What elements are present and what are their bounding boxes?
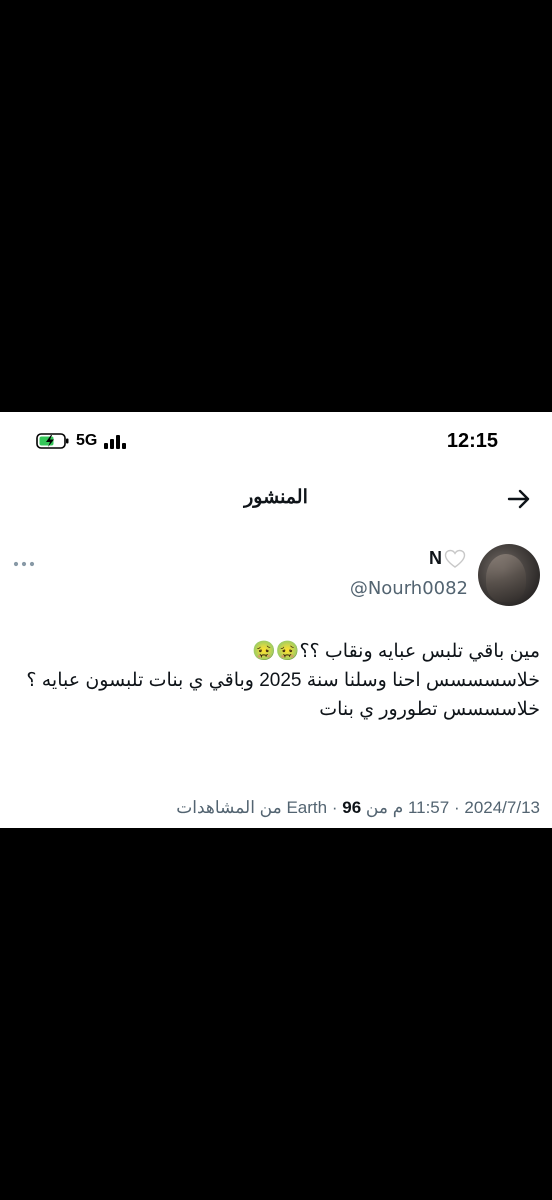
- status-time: 12:15: [446, 430, 498, 452]
- display-name-text: N: [429, 548, 442, 568]
- post-meta: 2024/7/13 · 11:57 م من Earth · 96 من الم…: [10, 798, 540, 818]
- author-display-name[interactable]: N: [429, 548, 466, 569]
- post-author-row: N @Nourh0082: [0, 542, 552, 608]
- post-location: من Earth: [286, 798, 388, 817]
- top-header: المنشور: [0, 480, 552, 520]
- battery-charging-icon: [36, 433, 69, 449]
- avatar-photo: [486, 554, 526, 602]
- post-screen: 5G 12:15 المنشور N @Nourh0082 مين باقي ت…: [0, 412, 552, 828]
- post-text-line: خلاسسسس تطورور ي بنات: [319, 699, 540, 720]
- back-button[interactable]: [504, 484, 534, 514]
- post-date: 2024/7/13: [464, 798, 540, 817]
- post-text-line: خلاسسسسس احنا وسلنا سنة 2025 وباقي ي بنا…: [26, 670, 540, 691]
- more-horizontal-icon: [13, 561, 35, 567]
- white-heart-icon: [444, 549, 466, 568]
- views-count[interactable]: 96: [342, 798, 361, 817]
- views-label[interactable]: من المشاهدات: [176, 798, 281, 817]
- post-text: مين باقي تلبس عبايه ونقاب ؟؟🤢🤢 خلاسسسسس …: [10, 637, 540, 724]
- author-username[interactable]: @Nourh0082: [350, 578, 468, 599]
- status-bar: 5G 12:15: [0, 412, 552, 472]
- post-text-line: مين باقي تلبس عبايه ونقاب ؟؟🤢🤢: [252, 641, 540, 662]
- page-title: المنشور: [244, 487, 308, 508]
- more-options-button[interactable]: [10, 554, 38, 574]
- status-indicators: 5G: [36, 432, 129, 450]
- arrow-right-icon: [507, 489, 530, 509]
- post-time: 11:57 م: [392, 798, 450, 817]
- avatar[interactable]: [478, 544, 540, 606]
- signal-bars-icon: [104, 435, 127, 449]
- meta-separator: ·: [331, 798, 338, 817]
- meta-separator: ·: [453, 798, 460, 817]
- network-type-label: 5G: [76, 432, 98, 449]
